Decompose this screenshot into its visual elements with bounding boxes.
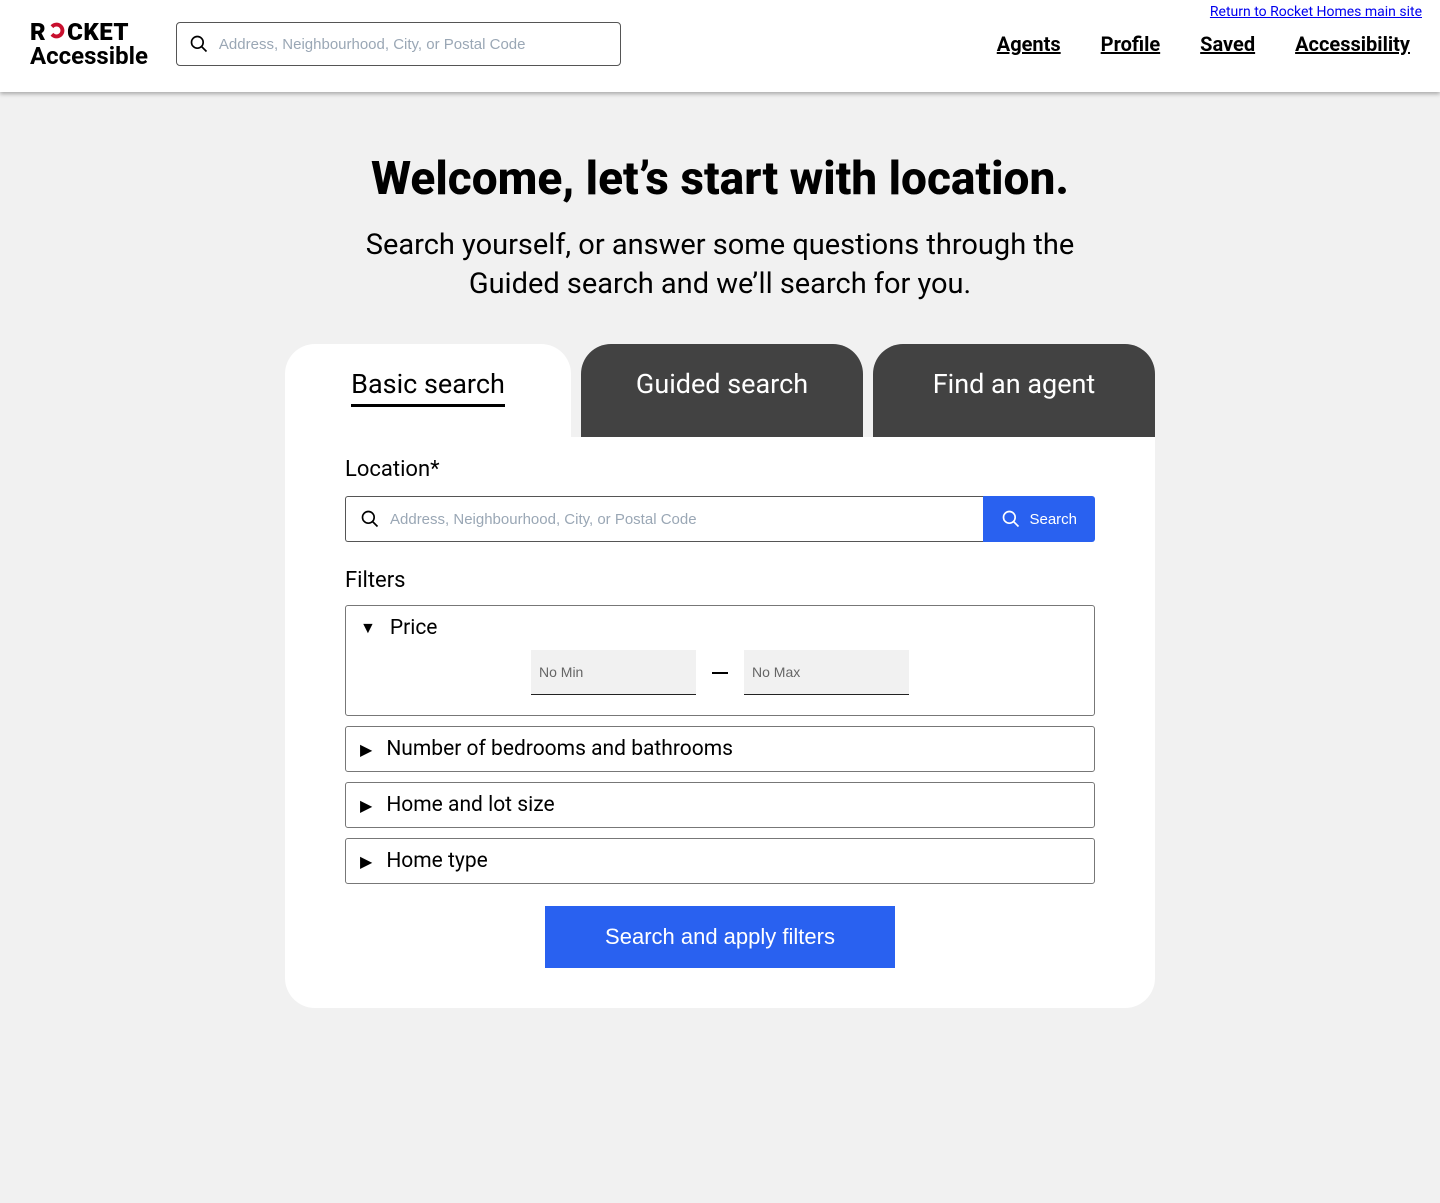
apply-filters-button[interactable]: Search and apply filters (545, 906, 895, 968)
site-header: Return to Rocket Homes main site R CKET … (0, 0, 1440, 92)
chevron-right-icon: ▶ (360, 796, 372, 815)
search-icon (360, 509, 380, 529)
price-max-input[interactable] (744, 650, 909, 695)
price-min-input[interactable] (531, 650, 696, 695)
logo-prefix: R (30, 20, 46, 44)
location-input[interactable] (390, 511, 969, 528)
logo-accessible: Accessible (30, 44, 148, 68)
logo[interactable]: R CKET Accessible (30, 20, 148, 68)
main-nav: Agents Profile Saved Accessibility (997, 32, 1410, 56)
filter-home-type-title: Home type (386, 849, 487, 873)
filters-label: Filters (345, 568, 1095, 593)
nav-saved[interactable]: Saved (1200, 32, 1255, 56)
tab-basic-search[interactable]: Basic search (285, 344, 571, 437)
location-search-button[interactable]: Search (983, 496, 1095, 542)
tab-find-agent[interactable]: Find an agent (873, 344, 1155, 437)
header-search-input[interactable] (219, 36, 608, 53)
logo-suffix: CKET (67, 20, 129, 44)
hero-title: Welcome, let’s start with location. (20, 152, 1420, 206)
return-main-site-link[interactable]: Return to Rocket Homes main site (1210, 4, 1422, 20)
logo-rocket: R CKET (30, 20, 148, 44)
filter-home-lot-title: Home and lot size (386, 793, 554, 817)
filter-price: ▼ Price (345, 605, 1095, 716)
filter-price-header[interactable]: ▼ Price (346, 606, 1094, 650)
range-dash-icon (712, 672, 728, 674)
search-icon (1001, 509, 1021, 529)
search-tabs: Basic search Guided search Find an agent (285, 344, 1155, 437)
header-top-link-wrap: Return to Rocket Homes main site (0, 0, 1440, 20)
chevron-right-icon: ▶ (360, 852, 372, 871)
search-icon (189, 34, 209, 54)
tab-basic-label: Basic search (351, 368, 505, 407)
header-search-box[interactable] (176, 22, 621, 66)
tab-guided-search[interactable]: Guided search (581, 344, 863, 437)
tab-guided-label: Guided search (636, 368, 808, 400)
chevron-down-icon: ▼ (360, 618, 376, 638)
hero-subtitle: Search yourself, or answer some question… (340, 226, 1100, 304)
filter-price-title: Price (390, 616, 438, 640)
filter-bed-bath-header[interactable]: ▶ Number of bedrooms and bathrooms (346, 727, 1094, 771)
location-search-button-label: Search (1029, 511, 1077, 528)
filter-bed-bath: ▶ Number of bedrooms and bathrooms (345, 726, 1095, 772)
chevron-right-icon: ▶ (360, 740, 372, 759)
logo-o-icon (47, 21, 66, 40)
search-panel-wrap: Basic search Guided search Find an agent… (285, 344, 1155, 1008)
hero-section: Welcome, let’s start with location. Sear… (0, 92, 1440, 334)
header-main: R CKET Accessible Agents Profile Saved A… (0, 20, 1440, 92)
filter-price-body (346, 650, 1094, 715)
filter-home-lot: ▶ Home and lot size (345, 782, 1095, 828)
tab-agent-label: Find an agent (933, 368, 1096, 400)
location-input-wrap[interactable] (345, 496, 983, 542)
filter-home-type-header[interactable]: ▶ Home type (346, 839, 1094, 883)
nav-agents[interactable]: Agents (997, 32, 1061, 56)
filter-bed-bath-title: Number of bedrooms and bathrooms (386, 737, 733, 761)
location-row: Search (345, 496, 1095, 542)
filter-home-lot-header[interactable]: ▶ Home and lot size (346, 783, 1094, 827)
nav-accessibility[interactable]: Accessibility (1295, 32, 1410, 56)
nav-profile[interactable]: Profile (1101, 32, 1161, 56)
filter-home-type: ▶ Home type (345, 838, 1095, 884)
location-label: Location* (345, 457, 1095, 482)
basic-search-panel: Location* Search Filters ▼ Pric (285, 437, 1155, 1008)
